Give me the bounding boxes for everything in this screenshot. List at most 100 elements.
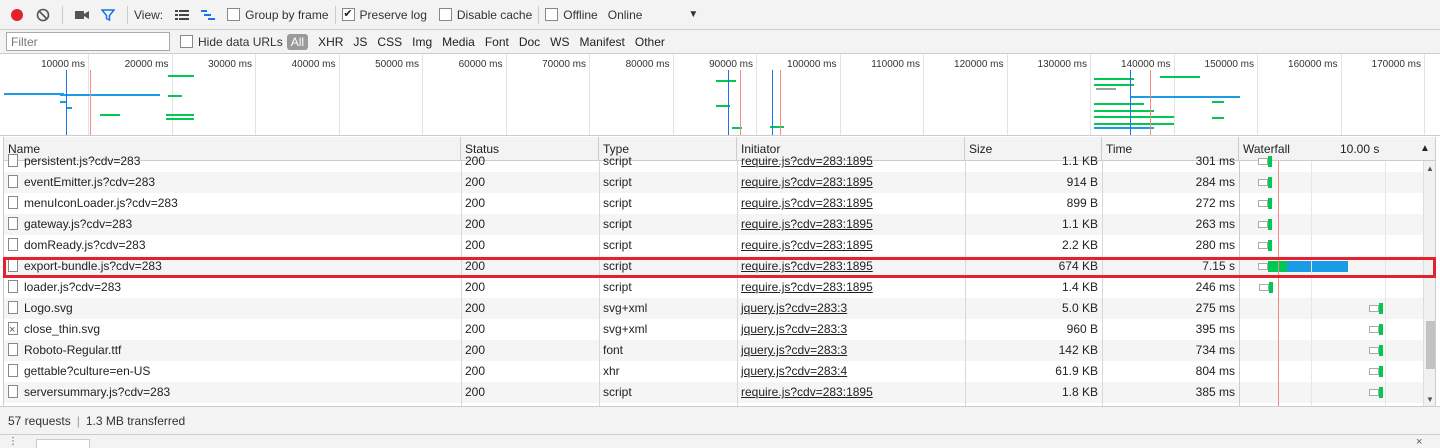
type-filter-xhr[interactable]: XHR: [314, 35, 347, 49]
list-view-icon: [175, 9, 190, 20]
table-row[interactable]: gettable?culture=en-US 200 xhr jquery.js?cd…: [4, 361, 1435, 382]
drawer-menu-icon[interactable]: ⋮: [8, 436, 18, 448]
summary-bar: 57 requests | 1.3 MB transferred: [0, 406, 1440, 434]
request-name-cell[interactable]: gettable?culture=en-US: [4, 361, 461, 382]
overview-request-bar: [1094, 78, 1134, 80]
table-row[interactable]: serversummary.js?cdv=283 200 script require…: [4, 382, 1435, 403]
request-name-cell[interactable]: gateway.js?cdv=283: [4, 214, 461, 235]
request-type: script: [603, 154, 632, 168]
table-row[interactable]: menuIconLoader.js?cdv=283 200 script requir…: [4, 193, 1435, 214]
show-overview-button[interactable]: [195, 2, 221, 28]
preserve-log-label: Preserve log: [359, 7, 427, 22]
toolbar-divider: [334, 5, 336, 24]
table-row[interactable]: persistent.js?cdv=283 200 script require.js…: [4, 151, 1435, 172]
table-row[interactable]: loader.js?cdv=283 200 script require.js?cdv…: [4, 277, 1435, 298]
filter-input[interactable]: [6, 32, 170, 51]
checkbox-box: [545, 8, 559, 21]
waterfall-queue-bar: [1368, 305, 1379, 312]
request-size: 960 B: [1066, 322, 1098, 336]
type-filter-css[interactable]: CSS: [373, 35, 406, 49]
request-initiator-link[interactable]: jquery.js?cdv=283:3: [737, 340, 965, 361]
scrollbar-thumb[interactable]: [1426, 321, 1435, 369]
table-row[interactable]: eventEmitter.js?cdv=283 200 script require.…: [4, 172, 1435, 193]
request-initiator-link[interactable]: jquery.js?cdv=283:3: [737, 319, 965, 340]
request-name-cell[interactable]: close_thin.svg: [4, 319, 461, 340]
table-row[interactable]: Roboto-Regular.ttf 200 font jquery.js?cdv=2…: [4, 340, 1435, 361]
large-rows-button[interactable]: [169, 2, 195, 28]
type-filter-img[interactable]: Img: [408, 35, 436, 49]
funnel-icon: [101, 8, 115, 21]
request-name-cell[interactable]: serversummary.js?cdv=283: [4, 382, 461, 403]
type-filter-js[interactable]: JS: [349, 35, 371, 49]
request-initiator-link[interactable]: require.js?cdv=283:1895: [737, 382, 965, 403]
file-icon: [8, 385, 18, 398]
request-size: 1.1 KB: [1061, 217, 1098, 231]
request-name-cell[interactable]: persistent.js?cdv=283: [4, 151, 461, 172]
request-size: 61.9 KB: [1055, 364, 1098, 378]
request-type: xhr: [603, 364, 620, 378]
request-initiator-link[interactable]: require.js?cdv=283:1895: [737, 256, 965, 277]
preserve-log-checkbox[interactable]: ✔ Preserve log: [341, 7, 427, 22]
scroll-up-icon[interactable]: ▲: [1426, 164, 1434, 173]
type-filter-ws[interactable]: WS: [546, 35, 573, 49]
request-time: 385 ms: [1195, 385, 1235, 399]
table-row[interactable]: close_thin.svg 200 svg+xml jquery.js?cdv=28…: [4, 319, 1435, 340]
close-icon[interactable]: ×: [1416, 436, 1422, 448]
request-initiator-link[interactable]: jquery.js?cdv=283:4: [737, 361, 965, 382]
type-filter-all[interactable]: All: [286, 33, 309, 50]
type-filter-media[interactable]: Media: [438, 35, 479, 49]
type-filter-font[interactable]: Font: [481, 35, 513, 49]
request-initiator-link[interactable]: require.js?cdv=283:1895: [737, 235, 965, 256]
network-toolbar: View: Group by frame ✔ Preserve log Disa…: [0, 0, 1440, 30]
request-name-cell[interactable]: loader.js?cdv=283: [4, 277, 461, 298]
file-icon: [8, 196, 18, 209]
hide-data-urls-checkbox[interactable]: Hide data URLs: [180, 35, 283, 49]
request-name: close_thin.svg: [24, 322, 101, 336]
table-row[interactable]: domReady.js?cdv=283 200 script require.js?c…: [4, 235, 1435, 256]
request-initiator-link[interactable]: require.js?cdv=283:1895: [737, 172, 965, 193]
disable-cache-checkbox[interactable]: Disable cache: [438, 8, 532, 22]
overview-request-bar: [1094, 110, 1154, 112]
request-name-cell[interactable]: domReady.js?cdv=283: [4, 235, 461, 256]
overview-request-bar: [1094, 123, 1174, 125]
request-type: script: [603, 238, 632, 252]
drawer-tab[interactable]: [36, 439, 90, 448]
chevron-down-icon[interactable]: ▼: [688, 9, 698, 20]
request-initiator-link[interactable]: jquery.js?cdv=283:3: [737, 298, 965, 319]
request-initiator-link[interactable]: require.js?cdv=283:1895: [737, 193, 965, 214]
type-filter-manifest[interactable]: Manifest: [576, 35, 629, 49]
record-button[interactable]: [4, 2, 30, 28]
scroll-down-icon[interactable]: ▼: [1426, 395, 1434, 404]
request-name: eventEmitter.js?cdv=283: [24, 175, 156, 189]
request-name: menuIconLoader.js?cdv=283: [24, 196, 178, 210]
waterfall-view-icon: [201, 9, 216, 20]
filter-toggle-button[interactable]: [95, 2, 121, 28]
request-name-cell[interactable]: export-bundle.js?cdv=283: [4, 256, 461, 277]
table-row[interactable]: Logo.svg 200 svg+xml jquery.js?cdv=283:3 5.0…: [4, 298, 1435, 319]
waterfall-waiting-bar: [1268, 282, 1273, 293]
request-name-cell[interactable]: menuIconLoader.js?cdv=283: [4, 193, 461, 214]
request-name-cell[interactable]: eventEmitter.js?cdv=283: [4, 172, 461, 193]
clear-button[interactable]: [30, 2, 56, 28]
request-name-cell[interactable]: Logo.svg: [4, 298, 461, 319]
request-initiator-link[interactable]: require.js?cdv=283:1895: [737, 151, 965, 172]
request-name: gateway.js?cdv=283: [24, 217, 133, 231]
table-scrollbar[interactable]: ▲ ▼: [1423, 161, 1435, 406]
table-row[interactable]: gateway.js?cdv=283 200 script require.js?cd…: [4, 214, 1435, 235]
capture-screenshots-button[interactable]: [69, 2, 95, 28]
table-row[interactable]: export-bundle.js?cdv=283 200 script require…: [4, 256, 1435, 277]
request-initiator-link[interactable]: require.js?cdv=283:1895: [737, 277, 965, 298]
overview-request-bar: [1212, 117, 1224, 119]
offline-checkbox[interactable]: Offline: [545, 8, 598, 22]
request-time: 284 ms: [1195, 175, 1235, 189]
type-filter-doc[interactable]: Doc: [515, 35, 544, 49]
throttling-select[interactable]: Online: [608, 8, 643, 22]
timeline-overview[interactable]: 10000 ms 20000 ms 30000 ms 40000 ms 50000 ms…: [0, 54, 1440, 136]
request-size: 5.0 KB: [1061, 301, 1098, 315]
request-name-cell[interactable]: Roboto-Regular.ttf: [4, 340, 461, 361]
request-initiator-link[interactable]: require.js?cdv=283:1895: [737, 214, 965, 235]
overview-request-bar: [1130, 96, 1240, 98]
waterfall-queue-bar: [1258, 284, 1269, 291]
type-filter-other[interactable]: Other: [631, 35, 669, 49]
group-by-frame-checkbox[interactable]: Group by frame: [227, 8, 329, 22]
